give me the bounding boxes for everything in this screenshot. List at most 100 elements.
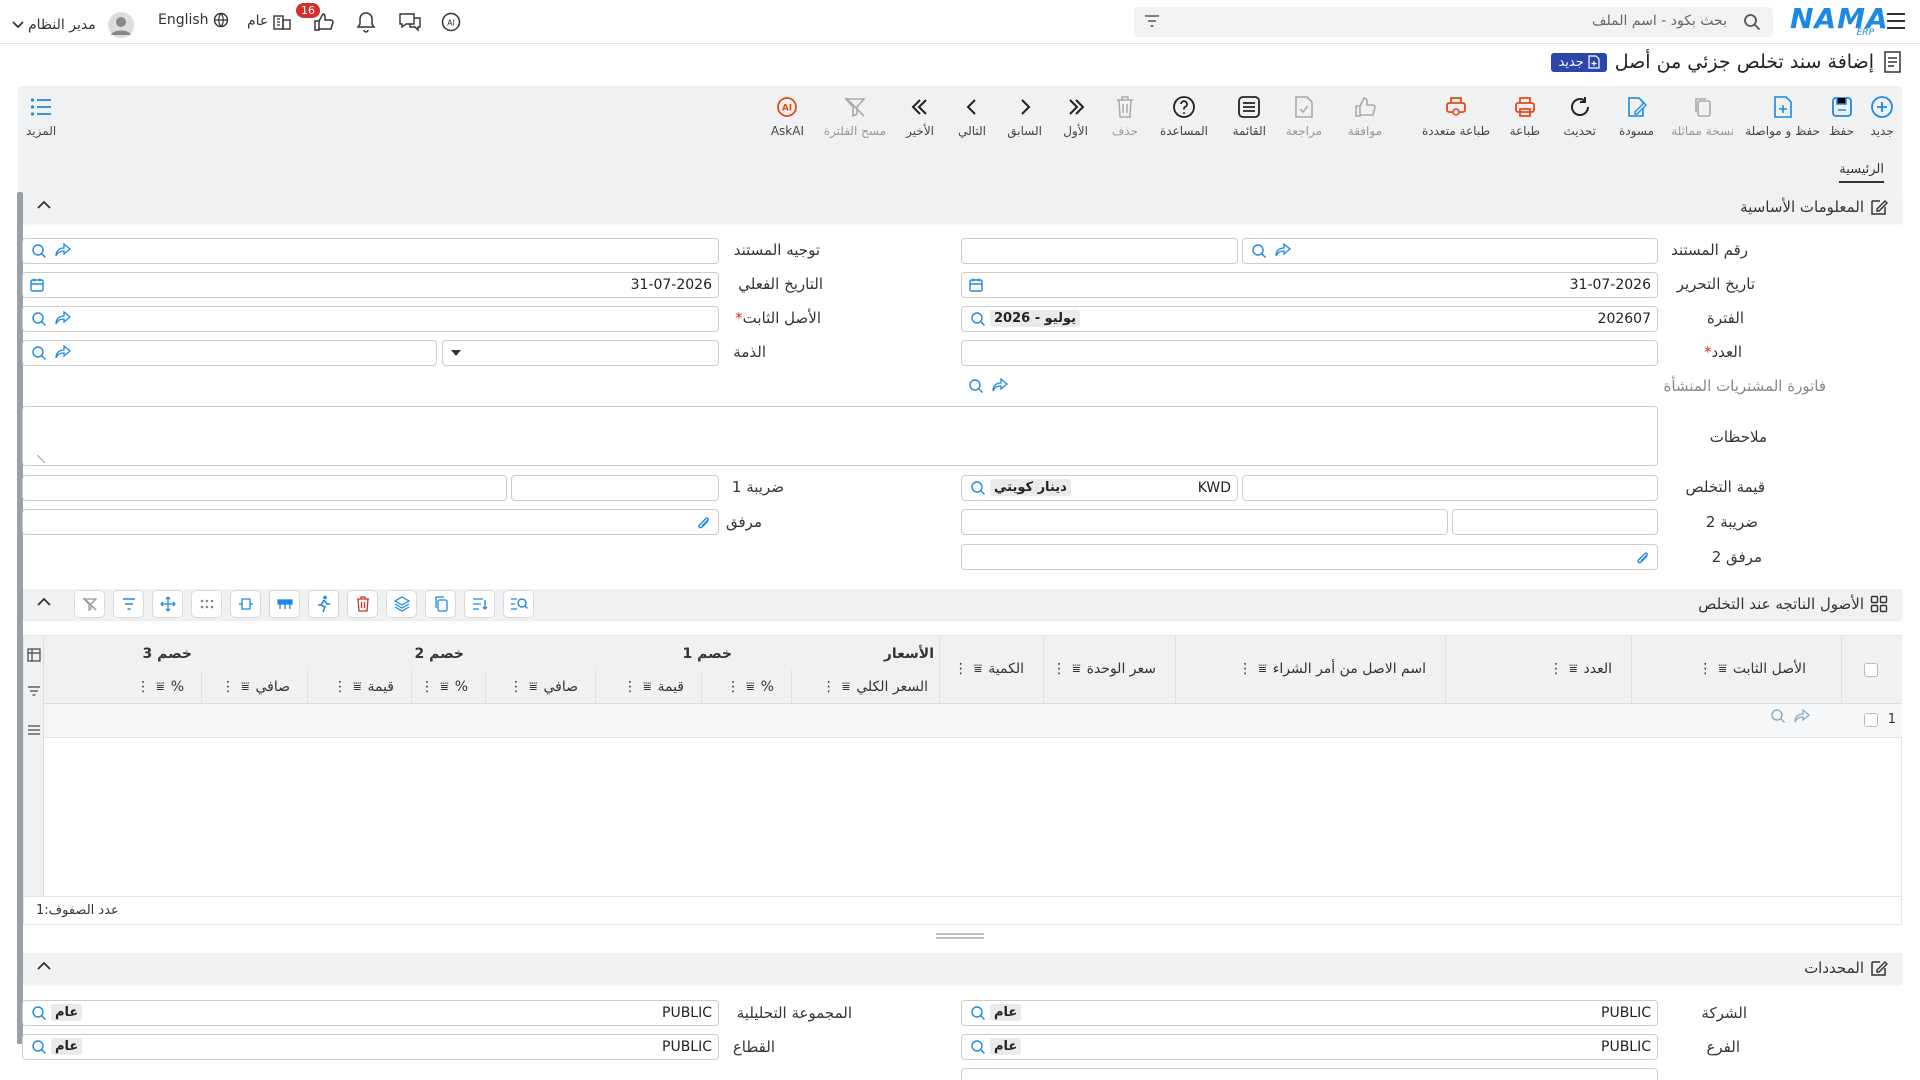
chevron-up-icon[interactable]: [37, 961, 51, 971]
copy-row-button[interactable]: [425, 590, 456, 618]
basic-info-header[interactable]: المعلومات الأساسية: [23, 192, 1902, 222]
grid-dots-button[interactable]: [191, 590, 222, 618]
new-button[interactable]: جديد: [1870, 94, 1894, 138]
resize-grip-handle[interactable]: [935, 933, 985, 939]
delete-button[interactable]: حذف: [1112, 94, 1138, 138]
search-lookup-icon[interactable]: [29, 311, 47, 327]
fit-columns-button[interactable]: [230, 590, 261, 618]
col-d3-percent[interactable]: % ⩸ ⋮: [136, 679, 184, 695]
filter-lines-icon[interactable]: [27, 685, 41, 697]
multi-print-button[interactable]: طباعة متعددة: [1422, 94, 1490, 138]
partial-field[interactable]: [961, 1068, 1658, 1080]
branch-field[interactable]: PUBLIC عام: [961, 1034, 1658, 1060]
layers-button[interactable]: [386, 590, 417, 618]
col-quantity[interactable]: الكمية ⩸ ⋮: [954, 661, 1024, 677]
more-button[interactable]: المزيد: [26, 94, 56, 138]
search-lookup-icon[interactable]: [968, 480, 986, 496]
search-lookup-icon[interactable]: [29, 345, 47, 361]
menu-lines-icon[interactable]: [27, 724, 41, 736]
doc-number-secondary-field[interactable]: [961, 238, 1238, 264]
print-button[interactable]: طباعة: [1510, 94, 1540, 138]
count-field[interactable]: [961, 340, 1658, 366]
chevron-up-icon[interactable]: [37, 597, 51, 607]
chat-icon[interactable]: [398, 11, 422, 33]
delete-row-button[interactable]: [347, 590, 378, 618]
attachment-field[interactable]: [22, 509, 719, 535]
col-d1-percent[interactable]: % ⩸ ⋮: [726, 679, 774, 695]
actual-date-field[interactable]: 31-07-2026: [22, 272, 719, 298]
tax2-rate-field[interactable]: [1452, 509, 1658, 535]
search-box[interactable]: بحث بكود - اسم الملف: [1134, 7, 1773, 37]
paperclip-icon[interactable]: [1635, 549, 1651, 567]
nama-logo[interactable]: NAMA ERP: [1790, 2, 1888, 40]
resize-handle-icon[interactable]: [37, 455, 45, 463]
ai-assistant-icon[interactable]: AI: [440, 11, 462, 33]
search-lookup-icon[interactable]: [29, 243, 47, 259]
col-count[interactable]: العدد ⩸ ⋮: [1549, 661, 1612, 677]
askai-button[interactable]: AI AskAI: [771, 94, 804, 138]
col-asset-name-po[interactable]: اسم الاصل من أمر الشراء ⩸ ⋮: [1238, 661, 1426, 677]
doc-direction-field[interactable]: [22, 238, 719, 264]
bell-icon[interactable]: [356, 11, 376, 33]
col-d1-value[interactable]: قيمة ⩸ ⋮: [623, 679, 684, 695]
liability-field[interactable]: [22, 340, 437, 366]
share-arrow-icon[interactable]: [992, 378, 1008, 392]
filter-icon[interactable]: [1144, 14, 1160, 28]
approve-button[interactable]: موافقة: [1348, 94, 1382, 138]
draft-button[interactable]: مسودة: [1619, 94, 1654, 138]
hamburger-menu-icon[interactable]: [1886, 12, 1906, 30]
search-lookup-icon[interactable]: [968, 1039, 986, 1055]
dimensions-header[interactable]: المحددات: [23, 953, 1902, 983]
col-total-price[interactable]: السعر الكلي ⩸ ⋮: [822, 679, 928, 695]
grid-filter-button[interactable]: [113, 590, 144, 618]
tab-main[interactable]: الرئيسية: [1839, 162, 1884, 183]
share-arrow-icon[interactable]: [55, 311, 71, 325]
review-button[interactable]: مراجعة: [1286, 94, 1322, 138]
search-lookup-icon[interactable]: [29, 1039, 47, 1055]
share-arrow-icon[interactable]: [1794, 709, 1810, 723]
tax1-value-field[interactable]: [22, 475, 507, 501]
tax2-value-field[interactable]: [961, 509, 1448, 535]
company-switch[interactable]: عام: [247, 12, 292, 30]
search-lookup-icon[interactable]: [1768, 708, 1786, 724]
clear-filter-button[interactable]: مسح الفلترة: [824, 94, 886, 138]
search-lookup-icon[interactable]: [968, 311, 986, 327]
row-checkbox[interactable]: [1864, 713, 1878, 727]
calendar-icon[interactable]: [968, 277, 984, 293]
tax1-rate-field[interactable]: [511, 475, 719, 501]
run-button[interactable]: [308, 590, 339, 618]
share-arrow-icon[interactable]: [55, 345, 71, 359]
language-switch[interactable]: English: [158, 12, 229, 28]
sector-field[interactable]: PUBLIC عام: [22, 1034, 719, 1060]
col-d1-net[interactable]: صافي ⩸ ⋮: [509, 679, 578, 695]
insert-row-button[interactable]: [269, 590, 300, 618]
select-all-checkbox[interactable]: [1864, 663, 1878, 677]
table-icon[interactable]: [27, 648, 41, 662]
col-d2-value[interactable]: قيمة ⩸ ⋮: [333, 679, 394, 695]
table-row[interactable]: 1: [44, 704, 1902, 738]
notes-textarea[interactable]: [22, 406, 1658, 466]
calendar-icon[interactable]: [29, 277, 45, 293]
col-d2-net[interactable]: صافي ⩸ ⋮: [221, 679, 290, 695]
search-lookup-icon[interactable]: [966, 378, 984, 394]
previous-button[interactable]: السابق: [1007, 94, 1042, 138]
col-fixed-asset[interactable]: الأصل الثابت ⩸ ⋮: [1698, 661, 1806, 677]
duplicate-button[interactable]: نسخة مماثلة: [1671, 94, 1734, 138]
paperclip-icon[interactable]: [696, 514, 712, 532]
first-button[interactable]: الأول: [1063, 94, 1088, 138]
disposal-value-field[interactable]: [1242, 475, 1658, 501]
refresh-button[interactable]: تحديث: [1563, 94, 1596, 138]
company-field[interactable]: PUBLIC عام: [961, 1000, 1658, 1026]
fixed-asset-field[interactable]: [22, 306, 719, 332]
share-arrow-icon[interactable]: [1275, 243, 1291, 257]
user-menu[interactable]: مدير النظام: [12, 12, 134, 38]
search-lookup-icon[interactable]: [29, 1005, 47, 1021]
save-continue-button[interactable]: حفظ و مواصلة: [1745, 94, 1820, 138]
list-button[interactable]: القائمة: [1233, 94, 1266, 138]
search-lookup-icon[interactable]: [1249, 243, 1267, 259]
col-unit-price[interactable]: سعر الوحدة ⩸ ⋮: [1052, 661, 1156, 677]
sort-list-button[interactable]: [464, 590, 495, 618]
liability-type-select[interactable]: [442, 340, 719, 366]
move-button[interactable]: [152, 590, 183, 618]
next-button[interactable]: التالي: [958, 94, 986, 138]
